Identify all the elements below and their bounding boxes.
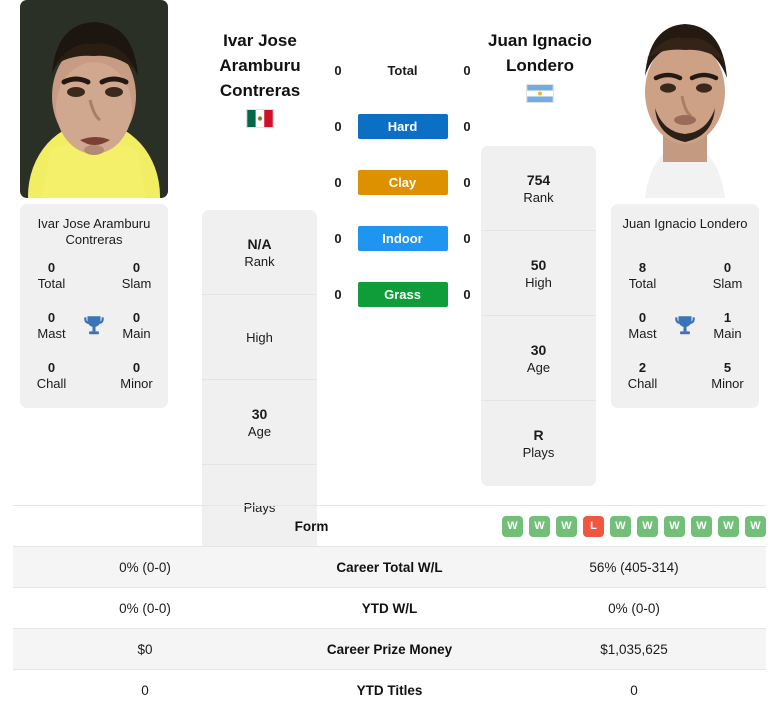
argentina-flag-icon (526, 84, 554, 103)
surface-label-total: Total (387, 63, 418, 78)
player-right-name-line-2: Londero (506, 56, 574, 75)
titles-chall: 2 Chall (627, 360, 658, 391)
titles-slam: 0 Slam (712, 260, 743, 291)
form-badge: W (637, 515, 658, 537)
row-label: Career Total W/L (336, 559, 443, 575)
titles-main: 1 Main (713, 310, 742, 341)
form-badge: W (529, 515, 550, 537)
form-badges: W W W L W W W W W W (424, 515, 766, 537)
titles-minor: 0 Minor (120, 360, 153, 391)
form-badge: W (745, 515, 766, 537)
form-badge: W (502, 515, 523, 537)
attribute-rank: N/A Rank (202, 210, 317, 295)
table-row: 0 YTD Titles 0 (13, 669, 766, 710)
form-badge: W (556, 515, 577, 537)
player-right-column: Juan Ignacio Londero 8 Total 0 Slam 0 Ma… (611, 0, 759, 408)
row-left-value: 0 (141, 682, 149, 698)
player-left-column: Ivar Jose Aramburu Contreras 0 Total 0 S… (20, 0, 168, 408)
surface-row-clay: 0 Clay 0 (330, 170, 475, 195)
stats-table: Form W W W L W W W W W W 0% (0-0) Career… (13, 505, 766, 710)
player-left-attributes: N/A Rank High 30 Age Plays (202, 210, 317, 550)
form-badge: W (610, 515, 631, 537)
form-right-value: W W W L W W W W W W (424, 515, 766, 537)
surface-right-count: 0 (463, 119, 471, 134)
surface-right-count: 0 (463, 231, 471, 246)
surface-right-count: 0 (463, 175, 471, 190)
surface-label-grass: Grass (357, 282, 448, 307)
row-label: YTD Titles (356, 682, 423, 698)
table-row: $0 Career Prize Money $1,035,625 (13, 628, 766, 669)
player-left-header: Ivar Jose Aramburu Contreras (175, 28, 345, 128)
attribute-age: 30 Age (481, 316, 596, 401)
titles-mast: 0 Mast (628, 310, 657, 341)
player-right-photo (611, 0, 759, 198)
surface-row-indoor: 0 Indoor 0 (330, 226, 475, 251)
form-badge: W (718, 515, 739, 537)
player-left-photo (20, 0, 168, 198)
surface-left-count: 0 (334, 287, 342, 302)
player-left-name-line-2: Aramburu (219, 56, 301, 75)
form-badge: W (664, 515, 685, 537)
player-left-titles-grid: 0 Total 0 Slam 0 Mast 0 Main 0 Chall 0 M… (26, 260, 162, 392)
row-right-value: $1,035,625 (600, 641, 668, 657)
comparison-header: Ivar Jose Aramburu Contreras 0 Total 0 S… (0, 0, 779, 550)
surface-left-count: 0 (334, 63, 342, 78)
row-label: Career Prize Money (326, 641, 453, 657)
surface-label-hard: Hard (357, 114, 448, 139)
titles-minor: 5 Minor (711, 360, 744, 391)
player-right-attributes: 754 Rank 50 High 30 Age R Plays (481, 146, 596, 486)
table-row-form: Form W W W L W W W W W W (13, 505, 766, 546)
row-right-value: 0 (630, 682, 638, 698)
titles-chall: 0 Chall (36, 360, 67, 391)
form-badge: W (691, 515, 712, 537)
player-left-card-name: Ivar Jose Aramburu Contreras (37, 216, 151, 247)
surface-row-total: 0 Total 0 (330, 58, 475, 83)
player-right-titles-grid: 8 Total 0 Slam 0 Mast 1 Main 2 Chall 5 M… (617, 260, 753, 392)
trophy-icon (668, 313, 702, 339)
mexico-flag-icon (246, 109, 274, 128)
player-comparison-page: Ivar Jose Aramburu Contreras 0 Total 0 S… (0, 0, 779, 719)
table-row: 0% (0-0) Career Total W/L 56% (405-314) (13, 546, 766, 587)
surface-row-grass: 0 Grass 0 (330, 282, 475, 307)
form-badge: L (583, 515, 604, 537)
surface-label-indoor: Indoor (357, 226, 448, 251)
row-right-value: 0% (0-0) (608, 600, 660, 616)
player-left-name-line-1: Ivar Jose (223, 31, 297, 50)
titles-slam: 0 Slam (121, 260, 152, 291)
surface-left-count: 0 (334, 231, 342, 246)
player-right-card-name: Juan Ignacio Londero (622, 216, 748, 231)
player-left-name-line-3: Contreras (219, 81, 301, 100)
attribute-high: 50 High (481, 231, 596, 316)
player-right-titles-card: Juan Ignacio Londero 8 Total 0 Slam 0 Ma… (611, 204, 759, 408)
surface-titles-comparison: 0 Total 0 0 Hard 0 0 Clay 0 0 Indoor 0 0 (330, 58, 475, 307)
row-right-value: 56% (405-314) (589, 559, 679, 575)
table-row: 0% (0-0) YTD W/L 0% (0-0) (13, 587, 766, 628)
player-left-titles-card: Ivar Jose Aramburu Contreras 0 Total 0 S… (20, 204, 168, 408)
row-label: YTD W/L (361, 600, 418, 616)
surface-row-hard: 0 Hard 0 (330, 114, 475, 139)
attribute-high: High (202, 295, 317, 380)
player-right-name-line-1: Juan Ignacio (488, 31, 592, 50)
attribute-rank: 754 Rank (481, 146, 596, 231)
titles-total: 0 Total (37, 260, 66, 291)
form-label: Form (294, 518, 329, 534)
attribute-plays: R Plays (522, 427, 555, 460)
surface-left-count: 0 (334, 175, 342, 190)
surface-right-count: 0 (463, 287, 471, 302)
trophy-icon (77, 313, 111, 339)
titles-mast: 0 Mast (37, 310, 66, 341)
surface-label-clay: Clay (357, 170, 448, 195)
attribute-age: 30 Age (202, 380, 317, 465)
player-right-header: Juan Ignacio Londero (455, 28, 625, 103)
row-left-value: 0% (0-0) (119, 559, 171, 575)
titles-total: 8 Total (628, 260, 657, 291)
titles-main: 0 Main (122, 310, 151, 341)
surface-left-count: 0 (334, 119, 342, 134)
row-left-value: 0% (0-0) (119, 600, 171, 616)
row-left-value: $0 (137, 641, 153, 657)
